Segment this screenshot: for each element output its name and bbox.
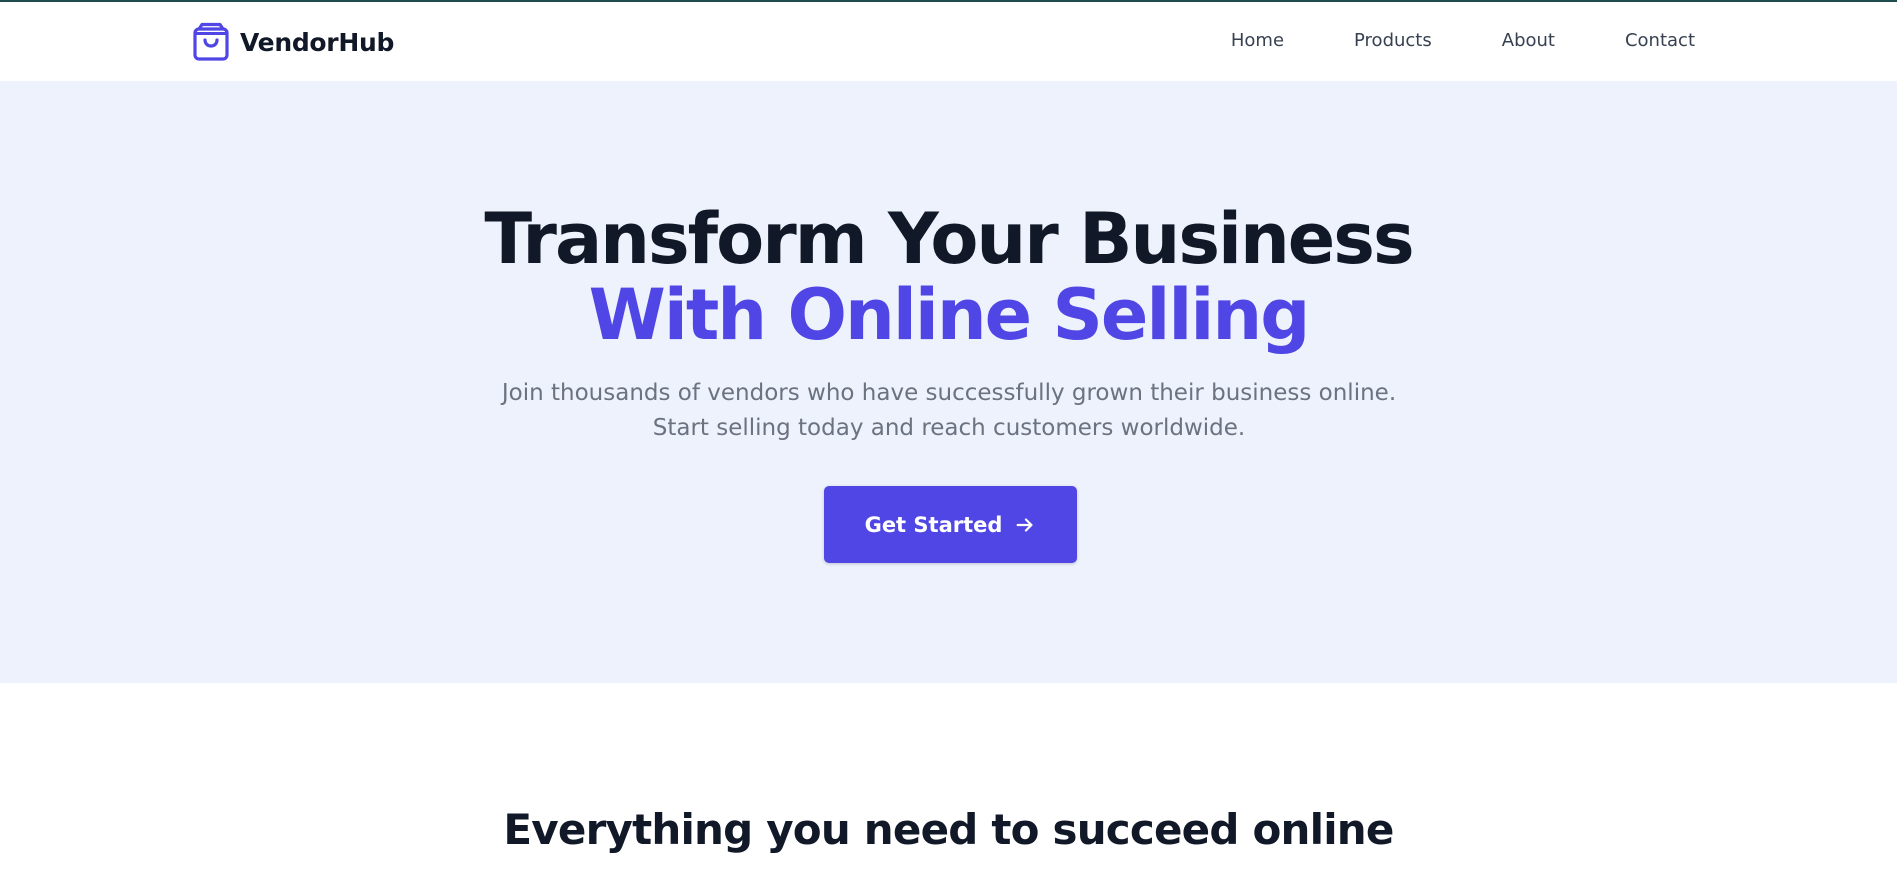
arrow-right-icon: [1016, 517, 1033, 532]
nav-about-link[interactable]: About: [1502, 30, 1555, 51]
nav-contact-link[interactable]: Contact: [1625, 30, 1695, 51]
brand-name: VendorHub: [240, 27, 395, 57]
get-started-button[interactable]: Get Started: [824, 486, 1077, 563]
hero-title-line-2: With Online Selling: [588, 274, 1311, 356]
hero-title: Transform Your Business With Online Sell…: [0, 201, 1897, 353]
hero-title-line-1: Transform Your Business: [484, 198, 1414, 280]
get-started-label: Get Started: [864, 512, 1003, 537]
hero-subtitle: Join thousands of vendors who have succe…: [501, 380, 1397, 441]
nav-products-link[interactable]: Products: [1354, 30, 1432, 51]
site-header: VendorHub Home Products About Contact: [0, 2, 1897, 81]
hero-section: Transform Your Business With Online Sell…: [0, 81, 1897, 683]
main-nav: Home Products About Contact: [1231, 30, 1695, 51]
brand-logo-link[interactable]: VendorHub: [192, 22, 394, 62]
nav-home-link[interactable]: Home: [1231, 30, 1284, 51]
features-section-title: Everything you need to succeed online: [503, 805, 1394, 854]
shopping-bag-icon: [193, 22, 229, 61]
